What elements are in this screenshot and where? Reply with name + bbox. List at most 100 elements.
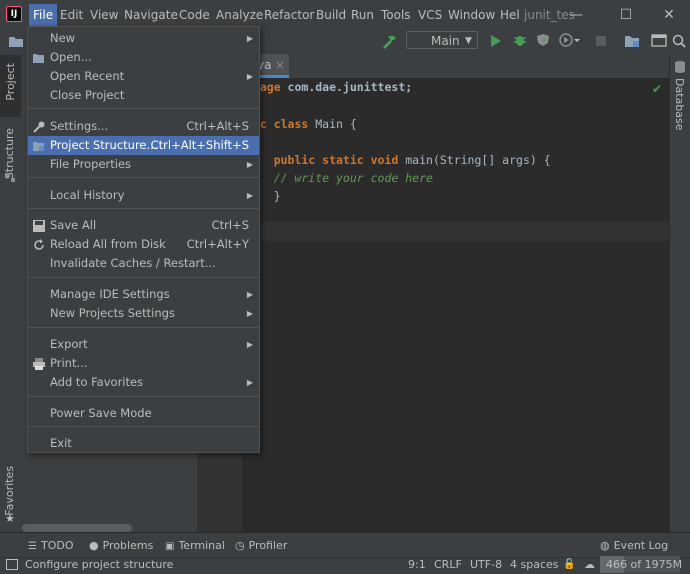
- menu-navigate[interactable]: Navigate: [124, 8, 178, 22]
- menu-item-label: Local History: [50, 188, 125, 202]
- menu-edit[interactable]: Edit: [60, 8, 83, 22]
- submenu-arrow-icon: ▶: [246, 72, 253, 81]
- menu-item-label: Close Project: [50, 88, 125, 102]
- code-text: Main {: [315, 117, 357, 131]
- menu-item-file-properties[interactable]: File Properties ▶: [28, 155, 259, 174]
- project-structure-icon[interactable]: [624, 34, 640, 48]
- window-icon[interactable]: [6, 559, 18, 570]
- menu-item-close-project[interactable]: Close Project: [28, 86, 259, 105]
- menu-window[interactable]: Window: [448, 8, 495, 22]
- menu-separator: [28, 396, 259, 397]
- code-text: main(String[] args) {: [405, 153, 551, 167]
- database-tab-label: Database: [673, 78, 686, 131]
- submenu-arrow-icon: ▶: [246, 191, 253, 200]
- caret-line-highlight: [243, 222, 669, 241]
- menu-separator: [28, 426, 259, 427]
- menu-view[interactable]: View: [90, 8, 118, 22]
- menu-item-new-projects-settings[interactable]: New Projects Settings ▶: [28, 304, 259, 323]
- menu-refactor[interactable]: Refactor: [264, 8, 314, 22]
- menu-item-label: Project Structure...: [50, 138, 158, 152]
- menu-item-add-to-favorites[interactable]: Add to Favorites ▶: [28, 373, 259, 392]
- menu-vcs[interactable]: VCS: [418, 8, 442, 22]
- menu-item-local-history[interactable]: Local History ▶: [28, 186, 259, 205]
- menu-item-shortcut: Ctrl+Alt+S: [186, 119, 249, 133]
- menu-item-print[interactable]: Print...: [28, 354, 259, 373]
- todo-label: TODO: [40, 539, 74, 552]
- menu-item-power-save-mode[interactable]: Power Save Mode: [28, 404, 259, 423]
- horizontal-scrollbar[interactable]: [22, 524, 132, 532]
- terminal-tool-button[interactable]: ▣ Terminal: [165, 539, 225, 552]
- coverage-icon[interactable]: [536, 33, 550, 47]
- maximize-button[interactable]: ☐: [616, 6, 636, 24]
- todo-tool-button[interactable]: ☰ TODO: [28, 539, 73, 552]
- indent-setting[interactable]: 4 spaces: [510, 558, 559, 571]
- menu-item-open[interactable]: Open...: [28, 48, 259, 67]
- menu-separator: [28, 108, 259, 109]
- menu-tools[interactable]: Tools: [381, 8, 411, 22]
- printer-icon: [33, 357, 45, 370]
- code-text: com.dae.junittest;: [287, 80, 413, 94]
- event-log-button[interactable]: ◍ Event Log: [600, 539, 668, 552]
- menu-item-label: New Projects Settings: [50, 306, 175, 320]
- line-separator[interactable]: CRLF: [434, 558, 462, 571]
- minimize-button[interactable]: —: [566, 6, 586, 24]
- close-window-button[interactable]: ✕: [659, 6, 679, 24]
- run-config-select[interactable]: Main ▼: [406, 31, 478, 49]
- problems-tool-button[interactable]: ● Problems: [89, 539, 153, 552]
- menu-run[interactable]: Run: [351, 8, 374, 22]
- menu-item-invalidate-caches[interactable]: Invalidate Caches / Restart...: [28, 254, 259, 273]
- menu-item-label: Invalidate Caches / Restart...: [50, 256, 216, 270]
- menu-item-label: Open Recent: [50, 69, 125, 83]
- menu-item-label: Power Save Mode: [50, 406, 152, 420]
- menu-code[interactable]: Code: [179, 8, 210, 22]
- profile-icon[interactable]: [559, 33, 581, 47]
- menu-help[interactable]: Hel: [500, 8, 520, 22]
- run-icon[interactable]: [490, 35, 502, 47]
- build-hammer-icon[interactable]: [380, 33, 398, 51]
- database-icon: [674, 60, 686, 74]
- menu-item-export[interactable]: Export ▶: [28, 335, 259, 354]
- menu-item-label: Save All: [50, 218, 97, 232]
- debug-icon[interactable]: [513, 33, 527, 47]
- menu-item-shortcut: Ctrl+Alt+Y: [186, 237, 249, 251]
- profiler-tool-button[interactable]: ◷ Profiler: [235, 539, 287, 552]
- menu-item-settings[interactable]: Settings... Ctrl+Alt+S: [28, 117, 259, 136]
- menu-file[interactable]: File: [29, 4, 58, 26]
- menu-item-project-structure[interactable]: Project Structure... Ctrl+Alt+Shift+S: [28, 136, 259, 155]
- file-encoding[interactable]: UTF-8: [470, 558, 502, 571]
- menu-item-reload-all[interactable]: Reload All from Disk Ctrl+Alt+Y: [28, 235, 259, 254]
- menu-separator: [28, 208, 259, 209]
- project-tab-label: Project: [4, 63, 17, 101]
- event-log-label: Event Log: [613, 539, 669, 552]
- project-tool-tab[interactable]: Project: [0, 55, 21, 117]
- code-editor[interactable]: [243, 78, 669, 532]
- menu-item-exit[interactable]: Exit: [28, 434, 259, 453]
- left-tool-strip: [0, 54, 22, 532]
- code-line-class: lic class Main {: [246, 117, 357, 131]
- cloud-icon[interactable]: ☁: [584, 558, 595, 571]
- menu-analyze[interactable]: Analyze: [216, 8, 263, 22]
- inspection-ok-icon[interactable]: ✔: [652, 82, 662, 96]
- menu-item-manage-ide-settings[interactable]: Manage IDE Settings ▶: [28, 285, 259, 304]
- submenu-arrow-icon: ▶: [246, 378, 253, 387]
- layout-icon[interactable]: [651, 34, 667, 47]
- structure-icon: [6, 172, 16, 182]
- menu-item-open-recent[interactable]: Open Recent ▶: [28, 67, 259, 86]
- menu-item-new[interactable]: New ▶: [28, 29, 259, 48]
- code-keyword: public static void: [246, 153, 406, 167]
- menu-item-label: Print...: [50, 356, 88, 370]
- menu-item-save-all[interactable]: Save All Ctrl+S: [28, 216, 259, 235]
- search-everywhere-icon[interactable]: [672, 34, 686, 48]
- code-line-comment: // write your code here: [246, 171, 433, 185]
- stop-icon[interactable]: [596, 36, 606, 46]
- menu-build[interactable]: Build: [316, 8, 346, 22]
- run-config-label: Main: [431, 34, 460, 48]
- database-tool-tab[interactable]: Database: [673, 78, 686, 134]
- favorites-tool-tab[interactable]: Favorites: [3, 466, 16, 519]
- lock-icon[interactable]: 🔓: [563, 559, 575, 570]
- open-folder-icon: [33, 51, 45, 63]
- folder-icon[interactable]: [8, 34, 24, 48]
- caret-position[interactable]: 9:1: [408, 558, 426, 571]
- profiler-label: Profiler: [248, 539, 288, 552]
- close-tab-icon[interactable]: ×: [275, 54, 285, 76]
